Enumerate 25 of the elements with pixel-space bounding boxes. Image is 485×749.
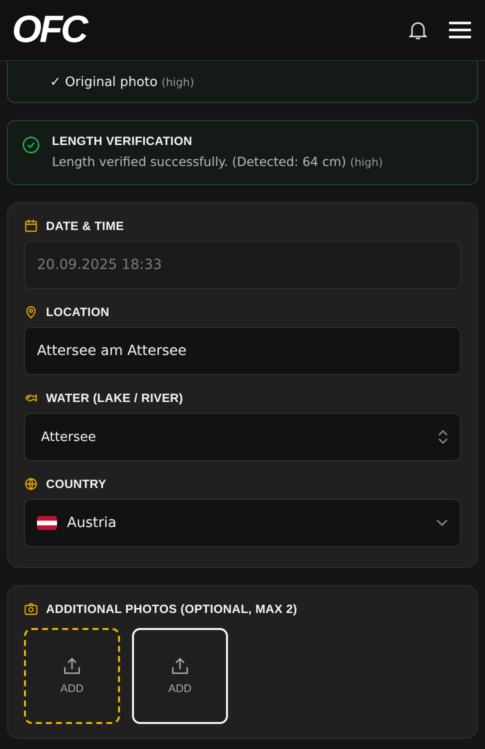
up-down-chevron-icon bbox=[438, 429, 448, 445]
chevron-down-icon bbox=[436, 519, 448, 527]
upload-button[interactable]: ADD bbox=[24, 628, 120, 724]
select-field[interactable]: Austria bbox=[24, 499, 461, 547]
select-field[interactable]: Attersee bbox=[24, 413, 461, 461]
globe-icon bbox=[24, 477, 38, 491]
field-label: COUNTRY bbox=[46, 477, 106, 491]
field-label: WATER (LAKE / RIVER) bbox=[46, 391, 184, 405]
field-label: LOCATION bbox=[46, 305, 110, 319]
logo[interactable]: OFC bbox=[12, 8, 86, 52]
menu-icon[interactable] bbox=[449, 21, 471, 39]
location-pin-icon bbox=[24, 305, 38, 319]
camera-icon bbox=[24, 602, 38, 616]
upload-icon bbox=[63, 657, 81, 675]
flag-icon bbox=[37, 516, 57, 530]
upload-button[interactable]: ADD bbox=[132, 628, 228, 724]
check-item: ✓ Original photo (high) bbox=[50, 75, 196, 90]
input-field[interactable]: Attersee am Attersee bbox=[24, 327, 461, 375]
verification-message: Length verified successfully. (Detected: 64 cm) (high) bbox=[52, 154, 383, 169]
field-label: DATE & TIME bbox=[46, 219, 124, 233]
upload-icon bbox=[171, 657, 189, 675]
bell-icon[interactable] bbox=[409, 20, 427, 40]
section-title: ADDITIONAL PHOTOS (OPTIONAL, MAX 2) bbox=[46, 602, 298, 616]
calendar-icon bbox=[24, 219, 38, 233]
card-title: LENGTH VERIFICATION bbox=[52, 134, 194, 148]
